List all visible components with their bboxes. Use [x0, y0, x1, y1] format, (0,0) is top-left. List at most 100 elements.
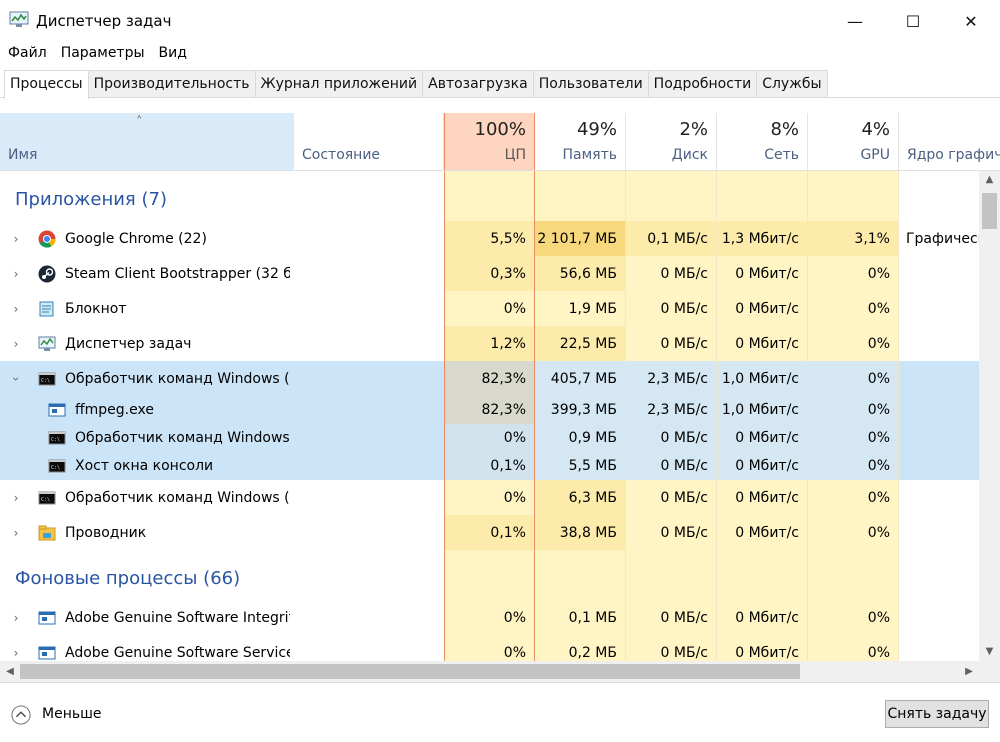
process-row[interactable]: › Блокнот 0% 1,9 МБ 0 МБ/с 0 Мбит/с 0% [0, 291, 979, 326]
group-title-apps: Приложения (7) [15, 189, 167, 210]
disk-value: 0 МБ/с [626, 600, 717, 635]
column-network-label: Сеть [764, 147, 799, 163]
column-gpu-engine-label: Ядро графического процессора [907, 147, 1000, 163]
cpu-value: 0% [444, 635, 535, 661]
minimize-button[interactable]: — [826, 0, 884, 42]
gpu-value: 0% [808, 452, 899, 480]
column-memory-label: Память [562, 147, 618, 163]
tab-services[interactable]: Службы [756, 70, 828, 97]
menu-bar: Файл Параметры Вид [0, 42, 1000, 64]
process-row[interactable]: › Adobe Genuine Software Integrity Servi… [0, 600, 979, 635]
tab-startup[interactable]: Автозагрузка [422, 70, 534, 97]
gpu-engine-value: Графический процессор [906, 230, 979, 247]
expand-chevron-icon[interactable]: › [9, 491, 23, 505]
network-value: 1,3 Мбит/с [717, 221, 808, 256]
disk-value: 0 МБ/с [626, 515, 717, 550]
process-name: Обработчик команд Windows (2) [65, 489, 290, 506]
notepad-icon [39, 301, 54, 316]
group-header-apps[interactable]: Приложения (7) [0, 171, 979, 221]
process-name: ffmpeg.exe [75, 402, 154, 418]
menu-options[interactable]: Параметры [54, 42, 152, 64]
column-gpu-engine-header[interactable]: Ядро графического процессора [899, 113, 1000, 170]
scroll-left-icon[interactable]: ◀ [0, 661, 20, 682]
network-value: 0 Мбит/с [717, 291, 808, 326]
column-memory-header[interactable]: 49% Память [535, 113, 626, 170]
process-name: Adobe Genuine Software Service [65, 644, 290, 661]
vertical-scroll-thumb[interactable] [982, 193, 997, 229]
collapse-up-icon[interactable] [11, 705, 31, 725]
expand-chevron-icon[interactable]: › [9, 267, 23, 281]
scroll-down-icon[interactable]: ▼ [979, 643, 1000, 661]
child-process-row[interactable]: ffmpeg.exe 82,3% 399,3 МБ 2,3 МБ/с 1,0 М… [0, 396, 979, 424]
expand-chevron-icon[interactable]: › [9, 611, 23, 625]
column-name-header[interactable]: ˄ Имя [0, 113, 294, 170]
disk-value: 0 МБ/с [626, 480, 717, 515]
network-value: 0 Мбит/с [717, 480, 808, 515]
task-manager-icon [38, 336, 56, 351]
cpu-value: 0,1% [444, 452, 535, 480]
tab-app-history[interactable]: Журнал приложений [254, 70, 424, 97]
column-state-header[interactable]: Состояние [294, 113, 444, 170]
gpu-value: 0% [808, 326, 899, 361]
group-header-background[interactable]: Фоновые процессы (66) [0, 550, 979, 600]
expand-chevron-icon[interactable]: › [9, 646, 23, 660]
gpu-value: 0% [808, 361, 899, 396]
console-host-icon: C:\ [48, 459, 66, 473]
fewer-details-link[interactable]: Меньше [42, 706, 102, 722]
process-row[interactable]: › Диспетчер задач 1,2% 22,5 МБ 0 МБ/с 0 … [0, 326, 979, 361]
process-name: Обработчик команд Windows [75, 430, 290, 446]
collapse-chevron-icon[interactable]: › [9, 372, 23, 386]
tab-performance[interactable]: Производительность [87, 70, 256, 97]
disk-value: 2,3 МБ/с [626, 396, 717, 424]
gpu-value: 0% [808, 291, 899, 326]
maximize-button[interactable]: ☐ [884, 0, 942, 42]
horizontal-scroll-thumb[interactable] [20, 664, 800, 679]
process-row[interactable]: › C:\ Обработчик команд Windows (2) 0% 6… [0, 480, 979, 515]
expand-chevron-icon[interactable]: › [9, 302, 23, 316]
column-network-header[interactable]: 8% Сеть [717, 113, 808, 170]
tab-details[interactable]: Подробности [647, 70, 758, 97]
exe-icon [38, 611, 56, 624]
process-row[interactable]: › Проводник 0,1% 38,8 МБ 0 МБ/с 0 Мбит/с… [0, 515, 979, 550]
sort-arrow-icon: ˄ [136, 115, 143, 130]
end-task-button[interactable]: Снять задачу [885, 700, 989, 728]
column-cpu-header[interactable]: 100% ЦП [444, 113, 535, 170]
process-name: Блокнот [65, 300, 127, 317]
scroll-right-icon[interactable]: ▶ [959, 661, 979, 682]
cpu-value: 1,2% [444, 326, 535, 361]
disk-value: 0 МБ/с [626, 326, 717, 361]
child-process-row[interactable]: C:\ Хост окна консоли 0,1% 5,5 МБ 0 МБ/с… [0, 452, 979, 480]
close-button[interactable]: ✕ [942, 0, 1000, 42]
process-name: Steam Client Bootstrapper (32 бита) [65, 265, 290, 282]
menu-view[interactable]: Вид [152, 42, 194, 64]
process-row[interactable]: › Google Chrome (22) 5,5% 2 101,7 МБ 0,1… [0, 221, 979, 256]
vertical-scrollbar[interactable]: ▲ ▼ [979, 171, 1000, 661]
memory-total-percent: 49% [576, 119, 617, 140]
process-row-selected[interactable]: › C:\ Обработчик команд Windows (3) 82,3… [0, 361, 979, 396]
child-process-row[interactable]: C:\ Обработчик команд Windows 0% 0,9 МБ … [0, 424, 979, 452]
menu-file[interactable]: Файл [0, 42, 54, 64]
svg-text:C:\: C:\ [41, 378, 50, 384]
expand-chevron-icon[interactable]: › [9, 337, 23, 351]
gpu-total-percent: 4% [861, 119, 890, 140]
gpu-value: 0% [808, 635, 899, 661]
memory-value: 0,1 МБ [535, 600, 626, 635]
process-row[interactable]: › Adobe Genuine Software Service 0% 0,2 … [0, 635, 979, 661]
gpu-value: 3,1% [808, 221, 899, 256]
process-row[interactable]: › Steam Client Bootstrapper (32 бита) 0,… [0, 256, 979, 291]
gpu-value: 0% [808, 424, 899, 452]
expand-chevron-icon[interactable]: › [9, 232, 23, 246]
scrollbar-corner [979, 661, 1000, 682]
column-gpu-header[interactable]: 4% GPU [808, 113, 899, 170]
expand-chevron-icon[interactable]: › [9, 526, 23, 540]
column-disk-header[interactable]: 2% Диск [626, 113, 717, 170]
group-title-background: Фоновые процессы (66) [15, 568, 241, 589]
column-name-label: Имя [8, 147, 38, 163]
disk-value: 0 МБ/с [626, 635, 717, 661]
memory-value: 399,3 МБ [535, 396, 626, 424]
tab-users[interactable]: Пользователи [532, 70, 649, 97]
scroll-up-icon[interactable]: ▲ [979, 171, 1000, 189]
horizontal-scrollbar[interactable]: ◀ ▶ [0, 661, 979, 682]
tab-processes[interactable]: Процессы [4, 70, 89, 99]
memory-value: 1,9 МБ [535, 291, 626, 326]
